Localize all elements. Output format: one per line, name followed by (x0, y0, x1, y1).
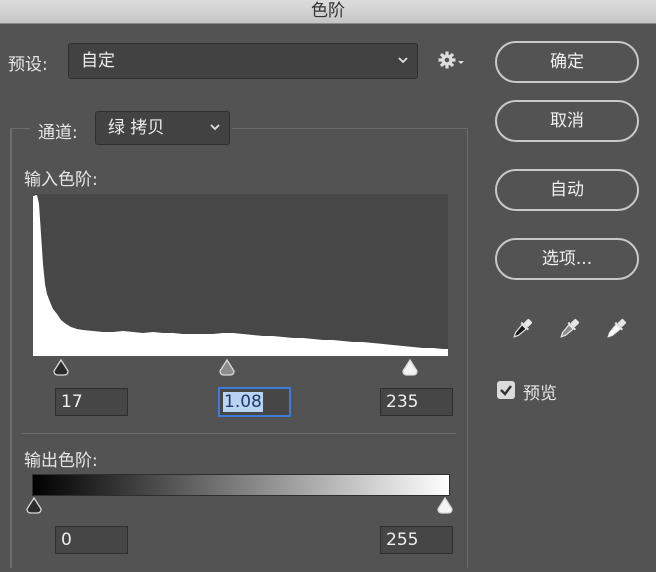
output-gradient-bar (32, 474, 450, 496)
options-button[interactable]: 选项... (495, 238, 639, 280)
preset-label: 预设: (8, 55, 48, 75)
ok-button[interactable]: 确定 (495, 41, 639, 83)
chevron-down-icon (210, 124, 220, 131)
output-black-slider[interactable] (25, 497, 43, 515)
output-white-slider[interactable] (436, 497, 454, 515)
black-point-eyedropper-icon[interactable] (508, 315, 536, 343)
input-black-field[interactable]: 17 (55, 388, 128, 416)
title-bar: 色阶 (0, 0, 656, 24)
input-white-field[interactable]: 235 (380, 388, 453, 416)
input-white-slider[interactable] (401, 359, 419, 377)
gear-icon[interactable] (437, 50, 465, 70)
group-border-left (10, 128, 12, 568)
chevron-down-icon (398, 57, 408, 64)
preset-value: 自定 (81, 51, 115, 71)
input-levels-label: 输入色阶: (24, 170, 98, 190)
checkbox-check-icon (500, 385, 512, 396)
channel-value: 绿 拷贝 (108, 118, 165, 138)
cancel-button[interactable]: 取消 (495, 100, 639, 142)
group-border-top-right (232, 128, 468, 129)
output-levels-label: 输出色阶: (24, 451, 98, 471)
group-border-top-left (10, 128, 30, 129)
channel-label: 通道: (38, 123, 78, 143)
output-black-field[interactable]: 0 (55, 526, 128, 554)
white-point-eyedropper-icon[interactable] (602, 315, 630, 343)
histogram (33, 194, 448, 356)
output-white-field[interactable]: 255 (380, 526, 453, 554)
auto-button[interactable]: 自动 (495, 169, 639, 211)
input-gamma-value: 1.08 (223, 392, 263, 412)
input-gamma-field[interactable]: 1.08 (218, 387, 291, 417)
channel-dropdown[interactable]: 绿 拷贝 (95, 111, 230, 145)
preview-label: 预览 (523, 384, 557, 404)
divider (22, 433, 456, 434)
preset-dropdown[interactable]: 自定 (68, 43, 418, 79)
input-black-slider[interactable] (52, 359, 70, 377)
gray-point-eyedropper-icon[interactable] (555, 315, 583, 343)
window-title: 色阶 (311, 1, 345, 21)
input-gamma-slider[interactable] (218, 359, 236, 377)
group-border-right (467, 128, 468, 568)
preview-checkbox[interactable] (497, 381, 515, 399)
